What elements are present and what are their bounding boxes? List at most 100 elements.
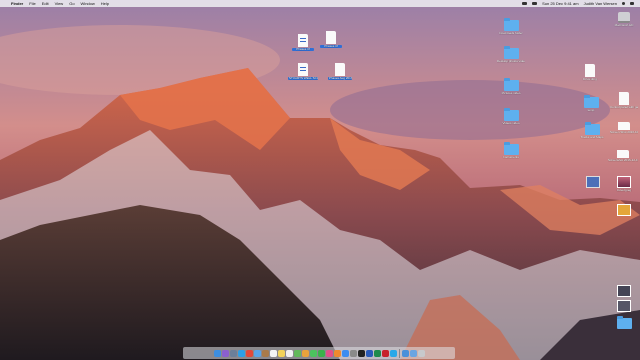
dock-launchpad-icon[interactable] [229,349,237,357]
notification-center-icon[interactable] [630,2,634,5]
desktop-icon-folder-7[interactable]: Tracks and Maps [578,122,606,139]
dock-excel-icon[interactable] [373,349,381,357]
dock-trash-icon[interactable] [417,349,425,357]
dock-finder-icon[interactable] [213,349,221,357]
desktop-icon-doc-e[interactable]: Drive.dmg [578,64,602,81]
desktop-icon-doc-b[interactable]: Phases.rtf [320,31,342,49]
folder-icon [583,95,599,108]
desktop-icon-doc-d[interactable]: Phases Aug 2016 [328,63,352,81]
dock-messages-icon[interactable] [309,349,317,357]
folder-icon [584,122,600,135]
icon-label: temp [587,109,595,112]
icon-label: Macintosh HD [614,24,634,27]
desktop-icon-doc-a[interactable]: Phases.rtf [292,34,314,52]
icon-label: Screen Shot 2016-10 ... am.png [610,131,638,134]
document-icon [618,122,630,130]
menu-go[interactable]: Go [69,0,74,7]
dock-preferences-icon[interactable] [349,349,357,357]
desktop-icon-folder-6[interactable]: temp [580,95,602,112]
icon-label: Pictures video [501,92,521,95]
stack-icon [586,176,600,188]
menu-edit[interactable]: Edit [42,0,49,7]
document-icon [619,92,629,105]
icon-label: Screenshot 2016-12-15 11.21.png [608,159,638,162]
dock-terminal-icon[interactable] [357,349,365,357]
folder-icon [503,18,519,31]
menu-window[interactable]: Window [81,0,95,7]
menu-view[interactable]: View [55,0,64,7]
dock-app-store-icon[interactable] [341,349,349,357]
folder-icon [503,78,519,91]
icon-label: STUARTS WELL SCREENING.rtfd [288,77,318,81]
dock-itunes-icon[interactable] [325,349,333,357]
hard-drive-icon [618,12,630,23]
icon-label: Phases.rtf [292,48,314,52]
user-name[interactable]: Judith Van Wersen [584,0,617,7]
menu-file[interactable]: File [29,0,35,7]
battery-icon[interactable] [532,2,538,5]
dock-chrome-icon[interactable] [245,349,253,357]
dock-mail-icon[interactable] [253,349,261,357]
desktop-icon-img-c[interactable] [614,285,634,298]
desktop-icon-img-a[interactable]: Cover.jpeg [612,176,636,192]
dock-documents-icon[interactable] [409,349,417,357]
menu-bar: Finder File Edit View Go Window Help Sun… [0,0,640,7]
dock-ibooks-icon[interactable] [333,349,341,357]
image-icon [617,285,631,297]
desktop-icon-doc-g[interactable]: Screen Shot 2016-10 ... am.png [610,122,638,134]
dock-siri-icon[interactable] [221,349,229,357]
desktop-icon-doc-h[interactable]: Screenshot 2016-12-15 11.21.png [608,150,638,162]
icon-label: Tracks and Maps [580,136,604,139]
image-icon [617,204,631,216]
dock-skype-icon[interactable] [389,349,397,357]
icon-label: Phases Aug 2016 [328,77,352,81]
document-icon [298,34,308,47]
wifi-icon[interactable] [522,2,528,5]
image-icon [617,176,631,188]
folder-icon [616,316,632,329]
document-icon [335,63,345,76]
desktop-icon-doc-c[interactable]: STUARTS WELL SCREENING.rtfd [288,63,318,81]
icon-label: Videos video [502,122,520,125]
dock-photos-icon[interactable] [301,349,309,357]
desktop-icon-stack[interactable] [585,176,601,189]
document-icon [326,31,336,44]
status-menus: Sun 25 Dec 9:41 am Judith Van Wersen [522,0,634,7]
dock-facetime-icon[interactable] [317,349,325,357]
icon-label: Cover.jpeg [616,189,632,192]
desktop-icon-folder-5[interactable]: Instruments [497,142,525,159]
desktop-icon-drive[interactable]: Macintosh HD [612,12,636,27]
app-menu-finder[interactable]: Finder [11,0,23,7]
dock-safari-icon[interactable] [237,349,245,357]
icon-label: Desktop photos video [497,60,525,63]
desktop-icon-folder-3[interactable]: Pictures video [497,78,525,95]
document-icon [585,64,595,77]
clock[interactable]: Sun 25 Dec 9:41 am [542,0,578,7]
dock-word-icon[interactable] [365,349,373,357]
document-icon [298,63,308,76]
image-icon [617,300,631,312]
desktop-icon-folder-2[interactable]: Desktop photos video [497,46,525,63]
desktop-icon-folder-8[interactable] [614,316,634,330]
icon-label: Instruments [503,156,519,159]
dock-separator [398,348,400,358]
desktop-icon-folder-1[interactable]: Downloads folder [497,18,525,35]
dock-reminders-icon[interactable] [285,349,293,357]
desktop-wallpaper [0,0,640,360]
desktop-icon-folder-4[interactable]: Videos video [497,108,525,125]
dock [183,347,455,359]
dock-maps-icon[interactable] [293,349,301,357]
dock-acrobat-icon[interactable] [381,349,389,357]
desktop-icon-img-b[interactable] [614,204,634,217]
desktop-icon-doc-f[interactable]: Control panel with gate.png [610,92,638,109]
folder-icon [503,46,519,59]
menu-help[interactable]: Help [101,0,109,7]
folder-icon [503,108,519,121]
spotlight-icon[interactable] [622,2,625,5]
dock-notes-icon[interactable] [277,349,285,357]
desktop-icon-img-d[interactable] [614,300,634,313]
dock-calendar-icon[interactable] [269,349,277,357]
dock-downloads-icon[interactable] [401,349,409,357]
dock-contacts-icon[interactable] [261,349,269,357]
document-icon [617,150,629,158]
